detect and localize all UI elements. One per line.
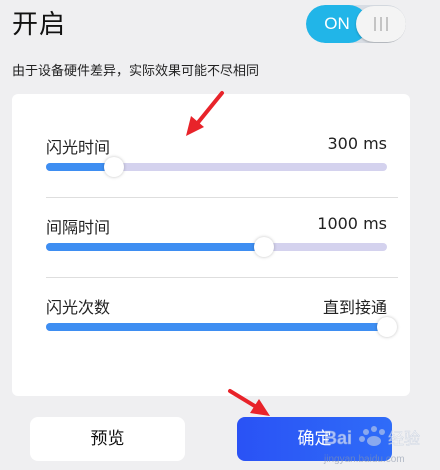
- setting-value: 直到接通: [322, 298, 387, 317]
- setting-value: 300 ms: [327, 134, 387, 153]
- toggle-knob[interactable]: [356, 6, 406, 42]
- setting-label: 闪光次数: [46, 298, 111, 317]
- svg-text:jingyan.baidu.com: jingyan.baidu.com: [323, 454, 405, 465]
- slider-fill: [46, 243, 265, 251]
- grip-line-icon: [380, 17, 382, 31]
- svg-text:经验: 经验: [388, 430, 420, 448]
- setting-row-flash-count: 闪光次数 直到接通: [46, 294, 397, 337]
- setting-label: 间隔时间: [46, 218, 111, 237]
- page-title: 开启: [12, 10, 67, 40]
- enable-toggle[interactable]: ON: [306, 5, 406, 43]
- settings-card: 闪光时间 300 ms 间隔时间 1000 ms 闪光次数 直到接通: [12, 94, 410, 396]
- slider-thumb[interactable]: [377, 317, 397, 337]
- slider-thumb[interactable]: [254, 237, 275, 257]
- flash-duration-slider[interactable]: [46, 157, 387, 177]
- baidu-watermark-logo: Bai 经验 jingyan.baidu.com: [323, 426, 420, 465]
- setting-value: 1000 ms: [317, 214, 387, 233]
- setting-row-flash-duration: 闪光时间 300 ms: [46, 134, 387, 177]
- slider-thumb[interactable]: [104, 157, 125, 177]
- divider: [46, 277, 398, 278]
- preview-button[interactable]: 预览: [30, 417, 185, 461]
- divider: [46, 197, 398, 198]
- grip-line-icon: [386, 17, 388, 31]
- flash-count-slider[interactable]: [46, 317, 397, 337]
- hardware-note: 由于设备硬件差异，实际效果可能不尽相同: [12, 64, 260, 79]
- setting-row-interval: 间隔时间 1000 ms: [46, 214, 387, 257]
- setting-label: 闪光时间: [46, 138, 111, 157]
- interval-slider[interactable]: [46, 237, 387, 257]
- svg-text:Bai: Bai: [324, 428, 352, 448]
- grip-line-icon: [374, 17, 376, 31]
- slider-fill: [46, 323, 387, 331]
